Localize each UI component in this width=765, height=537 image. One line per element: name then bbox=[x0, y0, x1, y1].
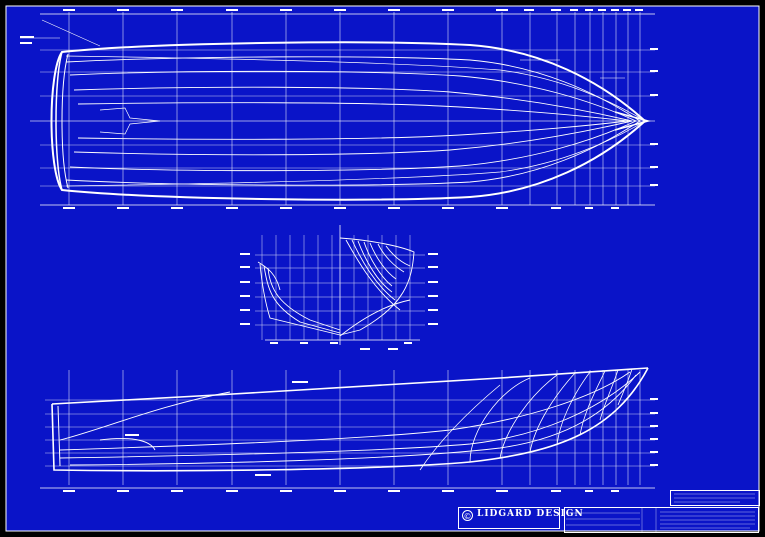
blueprint-sheet: © LIDGARD DESIGN bbox=[0, 0, 765, 537]
lines-plan-drawing bbox=[5, 5, 760, 533]
copyright-logo-icon: © bbox=[462, 510, 473, 521]
designer-title-block: © LIDGARD DESIGN bbox=[458, 507, 583, 529]
blueprint-background bbox=[6, 6, 759, 531]
designer-firm-name: LIDGARD DESIGN bbox=[477, 509, 584, 519]
notes-block bbox=[670, 490, 760, 506]
drawing-info-block bbox=[564, 507, 759, 533]
